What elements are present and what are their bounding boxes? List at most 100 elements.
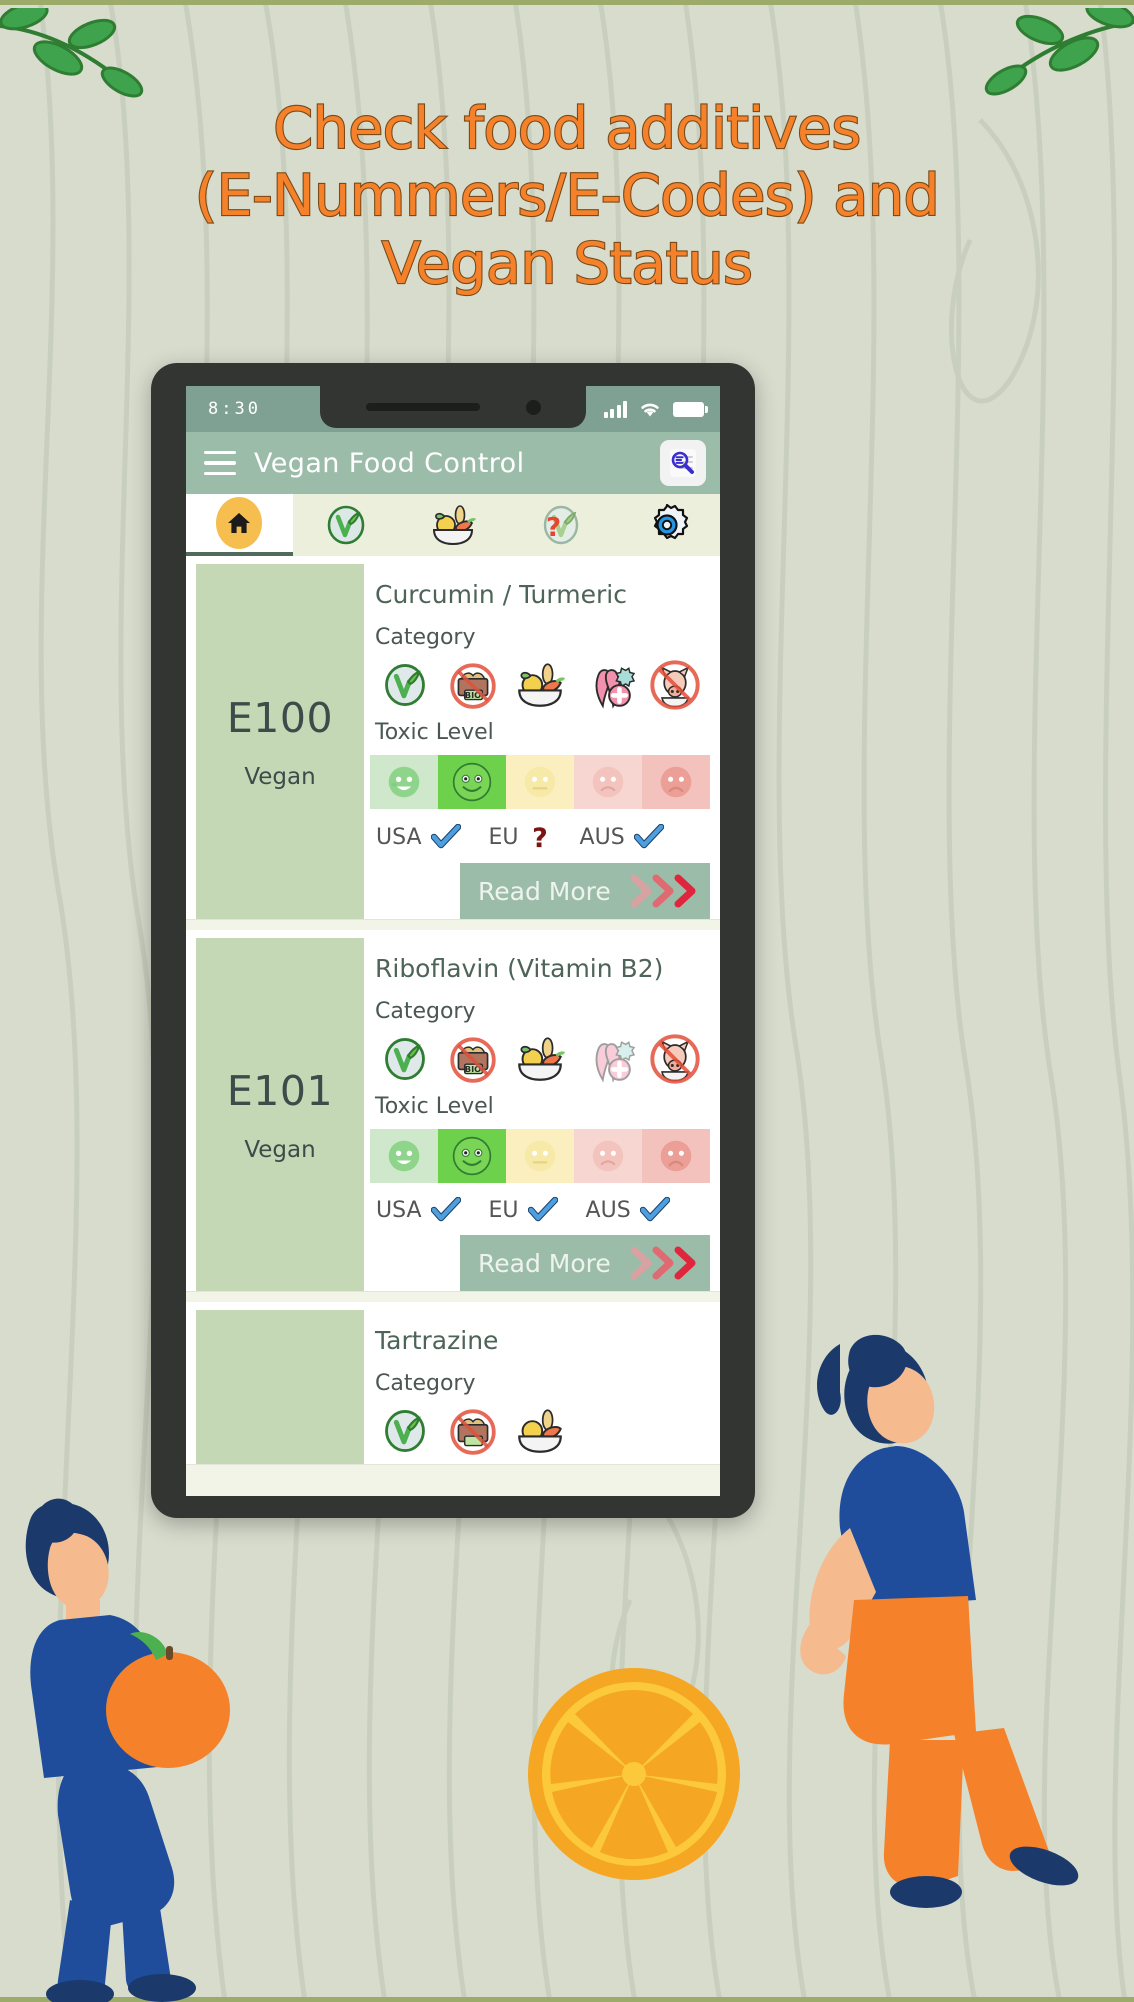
vegan-ok-icon[interactable] (374, 1402, 436, 1460)
food-bowl-icon[interactable] (509, 656, 571, 714)
country-code-label: AUS (579, 824, 625, 850)
vegan-status-label: Vegan (244, 763, 316, 790)
no-bio-icon[interactable]: BIO (442, 1030, 504, 1088)
checkmark-icon (430, 824, 461, 849)
vegan-question-icon: ? (543, 505, 578, 545)
status-time: 8:30 (208, 399, 261, 419)
food-bowl-icon[interactable] (509, 1402, 571, 1460)
no-bio-icon[interactable] (442, 1402, 504, 1460)
tab-vegan-unknown[interactable]: ? (506, 494, 613, 556)
tab-settings[interactable] (613, 494, 720, 556)
additive-card[interactable]: E101 Vegan Riboflavin (Vitamin B2) Categ… (186, 930, 720, 1292)
ecode-label: E100 (226, 693, 334, 742)
country-approval-row: USA EU ? AUS (370, 809, 710, 859)
no-pork-icon[interactable] (644, 656, 706, 714)
additive-card[interactable]: E100 Vegan Curcumin / Turmeric Category (186, 556, 720, 920)
phone-mockup: 8:30 Vegan Food Control ? E100 Vegan Cur… (151, 363, 755, 1518)
toxic-level-label: Toxic Level (375, 720, 494, 745)
toxic-cell-1[interactable] (370, 1129, 438, 1183)
toxic-cell-3[interactable] (506, 1129, 574, 1183)
additive-name: Tartrazine (375, 1326, 499, 1355)
toxic-cell-5[interactable] (642, 1129, 710, 1183)
additive-list[interactable]: E100 Vegan Curcumin / Turmeric Category (186, 556, 720, 1496)
read-more-button[interactable]: Read More (460, 1235, 710, 1291)
illustration-man-with-orange (25, 1498, 230, 2002)
home-icon (216, 497, 263, 549)
ecode-box (196, 1310, 364, 1464)
category-icon-row: BIO (370, 654, 710, 718)
toxic-level-row (370, 1129, 710, 1183)
illustration-woman-with-orange-slice (800, 1334, 1079, 1908)
food-bowl-icon (432, 505, 477, 546)
checkmark-icon (639, 1197, 670, 1222)
toxic-cell-4[interactable] (574, 1129, 642, 1183)
tab-home[interactable] (186, 494, 293, 556)
health-ribbon-icon[interactable] (577, 656, 639, 714)
additive-card[interactable]: Tartrazine Category (186, 1302, 720, 1465)
country-usa: USA (376, 824, 461, 850)
headline-line-2: (E-Nummers/E-Codes) and (194, 162, 941, 230)
no-pork-icon[interactable] (644, 1030, 706, 1088)
ecode-box: E100 Vegan (196, 564, 364, 919)
country-code-label: AUS (585, 1197, 631, 1223)
vegan-leaf-icon (327, 505, 365, 545)
checkmark-icon (633, 824, 664, 849)
country-aus: AUS (580, 824, 664, 850)
toxic-cell-2-selected[interactable] (438, 755, 506, 809)
country-code-label: USA (376, 1197, 422, 1223)
svg-text:?: ? (532, 823, 548, 851)
country-code-label: EU (488, 824, 519, 850)
illustration-orange-slice (528, 1668, 740, 1880)
read-more-label: Read More (478, 1248, 611, 1278)
food-bowl-icon[interactable] (509, 1030, 571, 1088)
category-label: Category (375, 1371, 476, 1396)
chevron-right-icon (630, 1246, 702, 1280)
vegan-ok-icon[interactable] (374, 1030, 436, 1088)
tab-vegan[interactable] (293, 494, 400, 556)
country-eu: EU ? (489, 823, 552, 851)
additive-name: Curcumin / Turmeric (375, 580, 627, 609)
checkmark-icon (527, 1197, 558, 1222)
checkmark-icon (430, 1197, 461, 1222)
ecode-box: E101 Vegan (196, 938, 364, 1291)
headline-line-3: Vegan Status (381, 229, 754, 297)
battery-icon (673, 401, 708, 417)
signal-bars-icon (603, 400, 627, 418)
svg-text:?: ? (546, 513, 561, 543)
search-document-icon[interactable] (660, 440, 706, 486)
toxic-cell-5[interactable] (642, 755, 710, 809)
tab-bar: ? (186, 494, 720, 556)
gear-icon (653, 503, 688, 540)
phone-screen: 8:30 Vegan Food Control ? E100 Vegan Cur… (186, 386, 720, 1496)
toxic-level-label: Toxic Level (375, 1094, 494, 1119)
country-aus: AUS (586, 1197, 670, 1223)
tab-food[interactable] (400, 494, 507, 556)
headline-line-1: Check food additives (272, 95, 862, 163)
status-icons (603, 400, 708, 418)
toxic-cell-4[interactable] (574, 755, 642, 809)
vegan-ok-icon[interactable] (374, 656, 436, 714)
health-ribbon-icon[interactable] (577, 1030, 639, 1088)
read-more-button[interactable]: Read More (460, 863, 710, 919)
toxic-cell-2-selected[interactable] (438, 1129, 506, 1183)
wifi-icon (641, 403, 659, 417)
hamburger-menu-icon[interactable] (204, 451, 236, 475)
category-label: Category (375, 999, 476, 1024)
chevron-right-icon (630, 874, 702, 908)
toxic-cell-1[interactable] (370, 755, 438, 809)
question-mark-icon: ? (532, 823, 548, 851)
page-title: Check food additives (E-Nummers/E-Codes)… (0, 95, 1134, 298)
read-more-label: Read More (478, 876, 611, 906)
category-label: Category (375, 625, 476, 650)
category-icon-row (370, 1400, 710, 1464)
front-camera (525, 399, 541, 415)
phone-notch (320, 386, 586, 428)
no-bio-icon[interactable]: BIO (442, 656, 504, 714)
category-icon-row: BIO (370, 1028, 710, 1092)
country-approval-row: USA EU AUS (370, 1183, 710, 1231)
speaker-grille (365, 403, 480, 411)
toxic-cell-3[interactable] (506, 755, 574, 809)
ecode-label: E101 (226, 1066, 334, 1115)
vegan-status-label: Vegan (244, 1136, 316, 1163)
additive-name: Riboflavin (Vitamin B2) (375, 954, 664, 983)
